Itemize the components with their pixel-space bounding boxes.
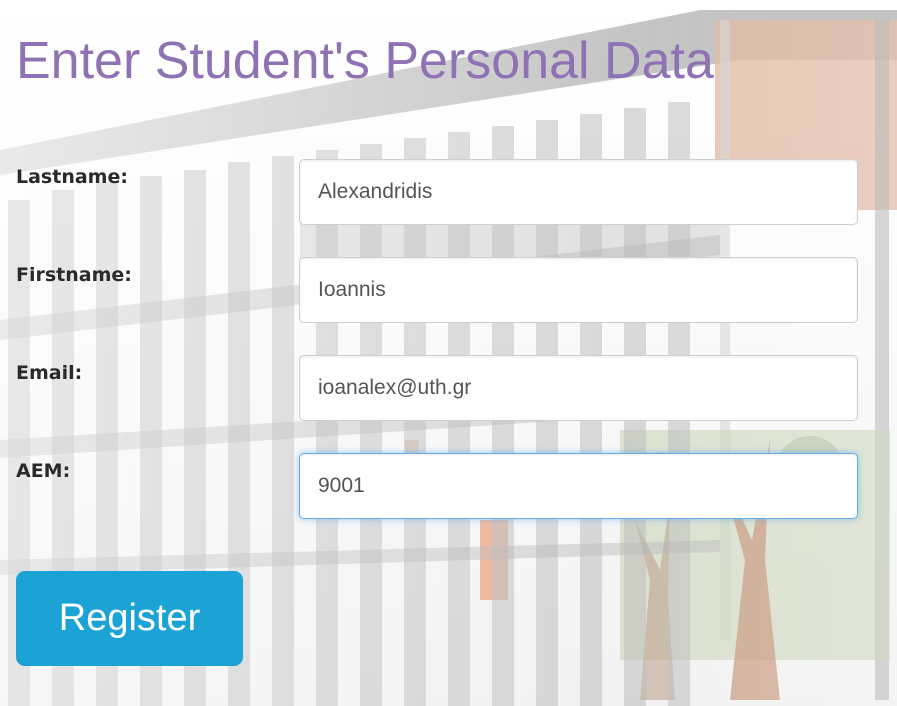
lastname-label: Lastname: (16, 166, 128, 188)
lastname-field[interactable] (299, 159, 858, 225)
aem-label: AEM: (16, 460, 71, 482)
register-button[interactable]: Register (16, 571, 243, 666)
aem-field[interactable] (299, 453, 858, 519)
email-field[interactable] (299, 355, 858, 421)
page-title: Enter Student's Personal Data (16, 32, 714, 90)
firstname-field[interactable] (299, 257, 858, 323)
email-label: Email: (16, 362, 83, 384)
firstname-label: Firstname: (16, 264, 132, 286)
